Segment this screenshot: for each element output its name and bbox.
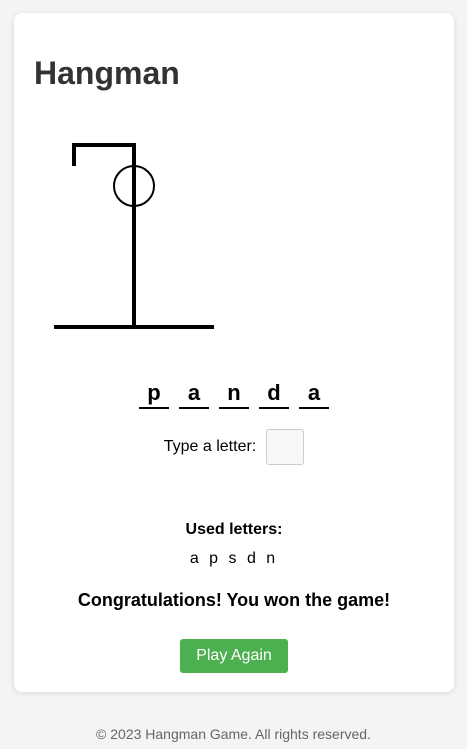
word-display: p a n d a (14, 379, 454, 409)
letter-input-row: Type a letter: (14, 429, 454, 465)
word-letter: a (299, 379, 329, 409)
word-letter: p (139, 379, 169, 409)
footer-copyright: © 2023 Hangman Game. All rights reserved… (96, 726, 371, 742)
letter-input[interactable] (266, 429, 305, 465)
letter-input-label: Type a letter: (163, 438, 257, 455)
word-letter: d (259, 379, 289, 409)
used-letters-title: Used letters: (185, 521, 283, 538)
page-title: Hangman (34, 55, 180, 91)
used-letters-list: a p s d n (189, 550, 279, 567)
word-letter: a (179, 379, 209, 409)
word-letter: n (219, 379, 249, 409)
game-status-message: Congratulations! You won the game! (77, 590, 391, 610)
game-container: Hangman p a n d a Type a letter: Used le… (14, 13, 454, 692)
play-again-button[interactable]: Play Again (180, 639, 288, 673)
hangman-drawing (54, 143, 214, 329)
